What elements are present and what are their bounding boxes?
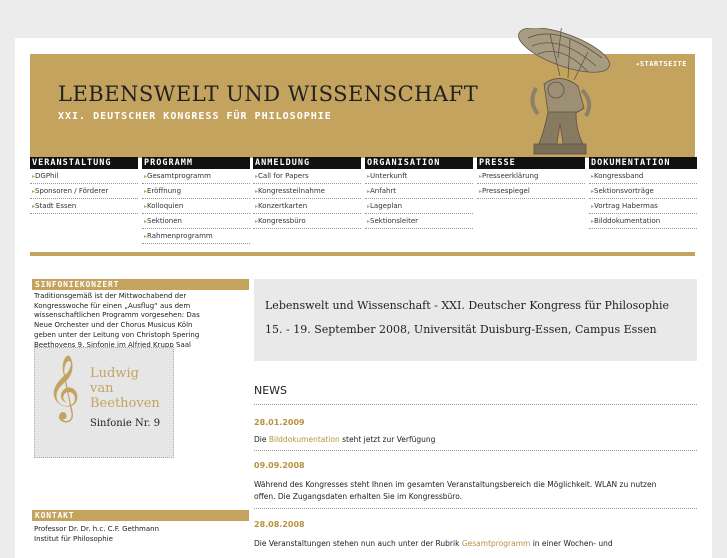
nav-item-vortrag-habermas[interactable]: Vortrag Habermas (589, 199, 697, 214)
nav-item-gesamtprogramm[interactable]: Gesamtprogramm (142, 169, 250, 184)
news-date: 09.09.2008 (254, 461, 305, 470)
news-text-line: offen. Die Zugangsdaten erhalten Sie im … (254, 492, 463, 501)
concert-line: Traditionsgemäß ist der Mittwochabend de… (34, 292, 187, 300)
news-divider (254, 508, 697, 509)
nav-heading-programm[interactable]: PROGRAMM (142, 157, 250, 169)
nav-presse: PRESSE Presseerklärung Pressespiegel (477, 157, 585, 199)
nav-item-kongressband[interactable]: Kongressband (589, 169, 697, 184)
event-info-box: Lebenswelt und Wissenschaft - XXI. Deuts… (254, 279, 697, 361)
site-subtitle: XXI. DEUTSCHER KONGRESS FÜR PHILOSOPHIE (58, 111, 332, 122)
poster-symphony: Sinfonie Nr. 9 (90, 418, 161, 429)
news-heading: NEWS (254, 384, 288, 397)
header-banner: LEBENSWELT UND WISSENSCHAFT XXI. DEUTSCH… (30, 28, 695, 158)
nav-item-presseerklaerung[interactable]: Presseerklärung (477, 169, 585, 184)
news-text-line: Während des Kongresses steht Ihnen im ge… (254, 480, 657, 489)
concert-line: geben unter der Leitung von Christoph Sp… (34, 330, 200, 339)
beethoven-poster[interactable]: 𝄞 Ludwig van Beethoven Sinfonie Nr. 9 (34, 347, 174, 458)
news-text: Während des Kongresses steht Ihnen im ge… (254, 479, 694, 503)
contact-line: Institut für Philosophie (34, 534, 113, 543)
nav-item-lageplan[interactable]: Lageplan (365, 199, 473, 214)
news-divider (254, 404, 697, 405)
news-date: 28.08.2008 (254, 520, 305, 529)
concert-line: wissenschaftlichen Programm vorgesehen: … (34, 311, 200, 320)
nav-heading-dokumentation[interactable]: DOKUMENTATION (589, 157, 697, 169)
nav-item-rahmenprogramm[interactable]: Rahmenprogramm (142, 229, 250, 244)
atlas-statue-illustration (518, 28, 610, 155)
concert-line: Neue Orchester und der Chorus Musicus Kö… (34, 321, 193, 330)
nav-heading-veranstaltung[interactable]: VERANSTALTUNG (30, 157, 138, 169)
nav-heading-organisation[interactable]: ORGANISATION (365, 157, 473, 169)
nav-organisation: ORGANISATION Unterkunft Anfahrt Lageplan… (365, 157, 473, 229)
poster-line: Beethoven (90, 396, 160, 411)
news-text: Die Bilddokumentation steht jetzt zur Ve… (254, 434, 694, 446)
nav-anmeldung: ANMELDUNG Call for Papers Kongressteilna… (253, 157, 361, 229)
nav-item-konzertkarten[interactable]: Konzertkarten (253, 199, 361, 214)
nav-veranstaltung: VERANSTALTUNG DGPhil Sponsoren / Fördere… (30, 157, 138, 214)
nav-item-unterkunft[interactable]: Unterkunft (365, 169, 473, 184)
news-divider (254, 450, 697, 451)
news-text-part: in einer Wochen- und (530, 539, 613, 548)
news-text-part: steht jetzt zur Verfügung (339, 435, 436, 444)
treble-clef-icon: 𝄞 (47, 355, 81, 420)
home-link-label: STARTSEITE (639, 60, 687, 68)
contact-text: Professor Dr. Dr. h.c. C.F. Gethmann Ins… (34, 525, 247, 544)
nav-item-kongressteilnahme[interactable]: Kongressteilnahme (253, 184, 361, 199)
nav-item-anfahrt[interactable]: Anfahrt (365, 184, 473, 199)
poster-line: van (90, 381, 114, 396)
nav-item-stadt-essen[interactable]: Stadt Essen (30, 199, 138, 214)
concert-heading: SINFONIEKONZERT (32, 279, 249, 290)
nav-item-kongressbuero[interactable]: Kongressbüro (253, 214, 361, 229)
nav-item-call-for-papers[interactable]: Call for Papers (253, 169, 361, 184)
news-text-part: Die (254, 435, 269, 444)
site-title: LEBENSWELT UND WISSENSCHAFT (58, 82, 479, 106)
home-link[interactable]: ◂STARTSEITE (635, 60, 687, 68)
contact-heading: KONTAKT (32, 510, 249, 521)
nav-item-bilddokumentation[interactable]: Bilddokumentation (589, 214, 697, 229)
event-date-line: 15. - 19. September 2008, Universität Du… (265, 323, 657, 336)
news-text: Die Veranstaltungen stehen nun auch unte… (254, 538, 694, 550)
nav-heading-presse[interactable]: PRESSE (477, 157, 585, 169)
nav-item-pressespiegel[interactable]: Pressespiegel (477, 184, 585, 199)
nav-divider (30, 252, 695, 256)
page-container: LEBENSWELT UND WISSENSCHAFT XXI. DEUTSCH… (15, 28, 712, 558)
nav-item-kolloquien[interactable]: Kolloquien (142, 199, 250, 214)
nav-item-sponsoren[interactable]: Sponsoren / Förderer (30, 184, 138, 199)
nav-item-sektionen[interactable]: Sektionen (142, 214, 250, 229)
nav-programm: PROGRAMM Gesamtprogramm Eröffnung Kolloq… (142, 157, 250, 244)
nav-dokumentation: DOKUMENTATION Kongressband Sektionsvortr… (589, 157, 697, 229)
concert-line: Kongresswoche für einen „Ausflug“ aus de… (34, 301, 191, 310)
contact-line: Professor Dr. Dr. h.c. C.F. Gethmann (34, 525, 160, 533)
bilddokumentation-link[interactable]: Bilddokumentation (269, 435, 340, 444)
nav-item-eroeffnung[interactable]: Eröffnung (142, 184, 250, 199)
gesamtprogramm-link[interactable]: Gesamtprogramm (462, 539, 531, 548)
news-date: 28.01.2009 (254, 418, 305, 427)
nav-item-sektionsleiter[interactable]: Sektionsleiter (365, 214, 473, 229)
news-text-part: Die Veranstaltungen stehen nun auch unte… (254, 539, 462, 548)
event-title-line: Lebenswelt und Wissenschaft - XXI. Deuts… (265, 299, 670, 312)
nav-item-sektionsvortraege[interactable]: Sektionsvorträge (589, 184, 697, 199)
poster-composer: Ludwig van Beethoven (90, 366, 160, 411)
nav-item-dgphil[interactable]: DGPhil (30, 169, 138, 184)
poster-line: Ludwig (90, 366, 139, 381)
nav-heading-anmeldung[interactable]: ANMELDUNG (253, 157, 361, 169)
